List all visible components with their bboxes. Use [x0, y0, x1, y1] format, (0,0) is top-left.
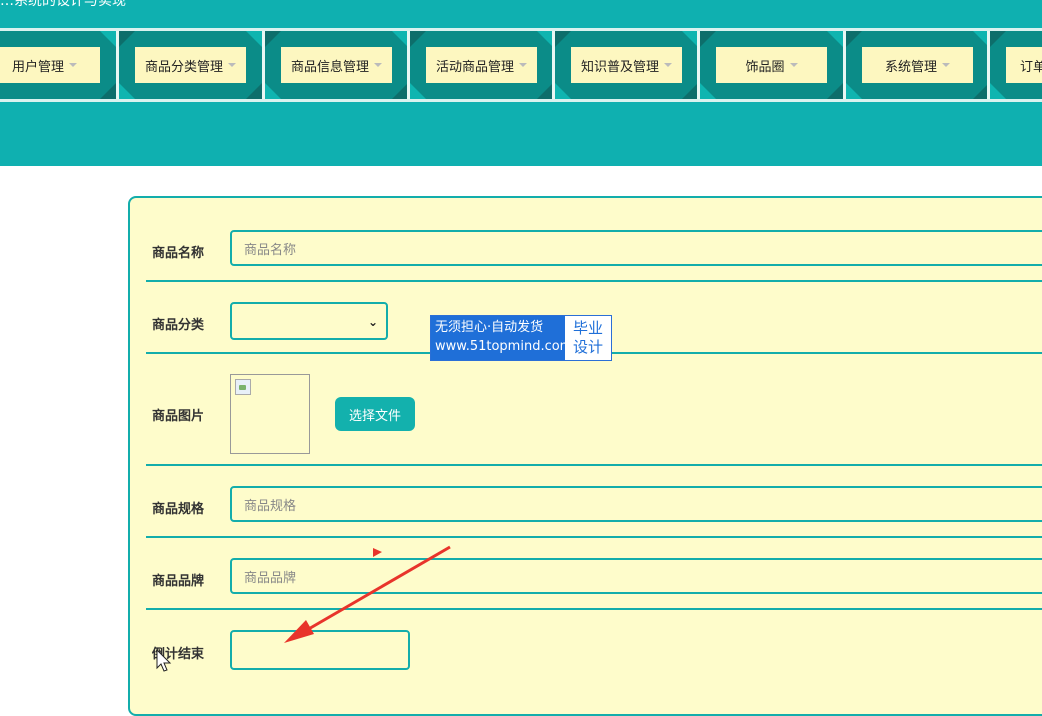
watermark: 无须担心·自动发货 www.51topmind.com 毕业 设计 [430, 315, 612, 361]
nav-label: 订单 [1019, 59, 1042, 75]
nav-label: 用户管理 [11, 59, 64, 75]
nav-bevel-corner [682, 31, 698, 47]
nav-label: 知识普及管理 [580, 59, 659, 75]
broken-image-icon [235, 379, 251, 395]
watermark-badge-line1: 毕业 [572, 319, 603, 337]
product-name-placeholder: 商品名称 [244, 242, 297, 258]
nav-bevel-corner [846, 31, 862, 47]
caret-down-icon [228, 63, 236, 67]
product-brand-input[interactable]: 商品品牌 [230, 558, 1042, 594]
product-name-input[interactable]: 商品名称 [230, 230, 1042, 266]
product-spec-label: 商品规格 [152, 502, 205, 517]
main-nav: 用户管理 商品分类管理 商品信息管理 活动商品管理 知识普及管理 饰品圈 系统管… [0, 31, 1042, 99]
watermark-line2: www.51topmind.com [435, 339, 573, 354]
app-title: …系统的设计与实现 [0, 0, 126, 9]
nav-item-accessory-circle[interactable]: 饰品圈 [700, 31, 843, 99]
nav-label: 活动商品管理 [435, 59, 514, 75]
nav-bevel-corner [392, 83, 408, 99]
row-divider [146, 280, 1042, 282]
watermark-text: 无须担心·自动发货 www.51topmind.com [431, 316, 573, 360]
nav-bevel-corner [410, 31, 426, 47]
nav-face[interactable]: 饰品圈 [716, 47, 827, 83]
row-divider [146, 608, 1042, 610]
nav-bevel-corner [100, 83, 116, 99]
top-header: …系统的设计与实现 [0, 0, 1042, 28]
nav-face[interactable]: 知识普及管理 [571, 47, 682, 83]
nav-bevel-corner [392, 31, 408, 47]
caret-down-icon [942, 63, 950, 67]
nav-bevel-corner [119, 31, 135, 47]
nav-face[interactable]: 活动商品管理 [426, 47, 537, 83]
row-divider [146, 464, 1042, 466]
nav-bevel-corner [990, 31, 1006, 47]
nav-bevel-corner [265, 31, 281, 47]
countdown-end-label: 倒计结束 [152, 647, 205, 662]
caret-down-icon [789, 63, 798, 67]
nav-item-knowledge-management[interactable]: 知识普及管理 [555, 31, 698, 99]
product-brand-label: 商品品牌 [152, 574, 205, 589]
product-spec-input[interactable]: 商品规格 [230, 486, 1042, 522]
nav-bevel-corner [246, 83, 262, 99]
product-category-label: 商品分类 [152, 318, 205, 333]
nav-label: 商品信息管理 [290, 59, 369, 75]
nav-face[interactable]: 系统管理 [862, 47, 973, 83]
header-band [0, 102, 1042, 166]
nav-bevel-corner [700, 31, 716, 47]
nav-bevel-corner [537, 83, 553, 99]
nav-label: 商品分类管理 [144, 59, 223, 75]
nav-bevel-corner [265, 83, 281, 99]
choose-file-label: 选择文件 [348, 408, 401, 424]
nav-item-product-info-management[interactable]: 商品信息管理 [265, 31, 408, 99]
caret-down-icon [69, 63, 77, 67]
nav-bevel-corner [100, 31, 116, 47]
caret-down-icon [374, 63, 382, 67]
product-name-label: 商品名称 [152, 246, 205, 261]
product-category-select[interactable]: ⌄ [230, 302, 388, 340]
nav-bevel-corner [700, 83, 716, 99]
nav-label: 饰品圈 [745, 59, 785, 75]
product-image-preview [230, 374, 310, 454]
product-spec-placeholder: 商品规格 [244, 498, 297, 514]
row-divider [146, 536, 1042, 538]
nav-face[interactable]: 用户管理 [0, 47, 100, 83]
nav-item-user-management[interactable]: 用户管理 [0, 31, 116, 99]
countdown-end-input[interactable] [230, 630, 410, 670]
nav-bevel-corner [555, 83, 571, 99]
nav-bevel-corner [537, 31, 553, 47]
nav-item-system-management[interactable]: 系统管理 [846, 31, 989, 99]
nav-bevel-corner [682, 83, 698, 99]
nav-bevel-corner [846, 83, 862, 99]
nav-bevel-corner [827, 31, 843, 47]
nav-bevel-corner [246, 31, 262, 47]
nav-face[interactable]: 商品信息管理 [281, 47, 392, 83]
caret-down-icon [519, 63, 527, 67]
watermark-line1: 无须担心·自动发货 [435, 320, 544, 335]
watermark-badge-line2: 设计 [572, 338, 603, 356]
nav-bevel-corner [990, 83, 1006, 99]
nav-bevel-corner [827, 83, 843, 99]
product-image-label: 商品图片 [152, 409, 205, 424]
chevron-down-icon: ⌄ [367, 315, 378, 329]
nav-item-orders[interactable]: 订单 [990, 31, 1042, 99]
nav-bevel-corner [555, 31, 571, 47]
nav-face[interactable]: 商品分类管理 [135, 47, 246, 83]
nav-label: 系统管理 [884, 59, 937, 75]
watermark-badge: 毕业 设计 [565, 316, 611, 360]
nav-bevel-corner [410, 83, 426, 99]
nav-bevel-corner [119, 83, 135, 99]
caret-down-icon [664, 63, 672, 67]
nav-face[interactable]: 订单 [1006, 47, 1042, 83]
product-form-panel: 商品名称 商品名称 商品分类 ⌄ 商品图片 选择文件 商品规格 商品规格 商品品… [128, 196, 1042, 716]
product-brand-placeholder: 商品品牌 [244, 570, 297, 586]
nav-item-activity-product-management[interactable]: 活动商品管理 [410, 31, 553, 99]
nav-item-category-management[interactable]: 商品分类管理 [119, 31, 262, 99]
choose-file-button[interactable]: 选择文件 [335, 397, 415, 431]
